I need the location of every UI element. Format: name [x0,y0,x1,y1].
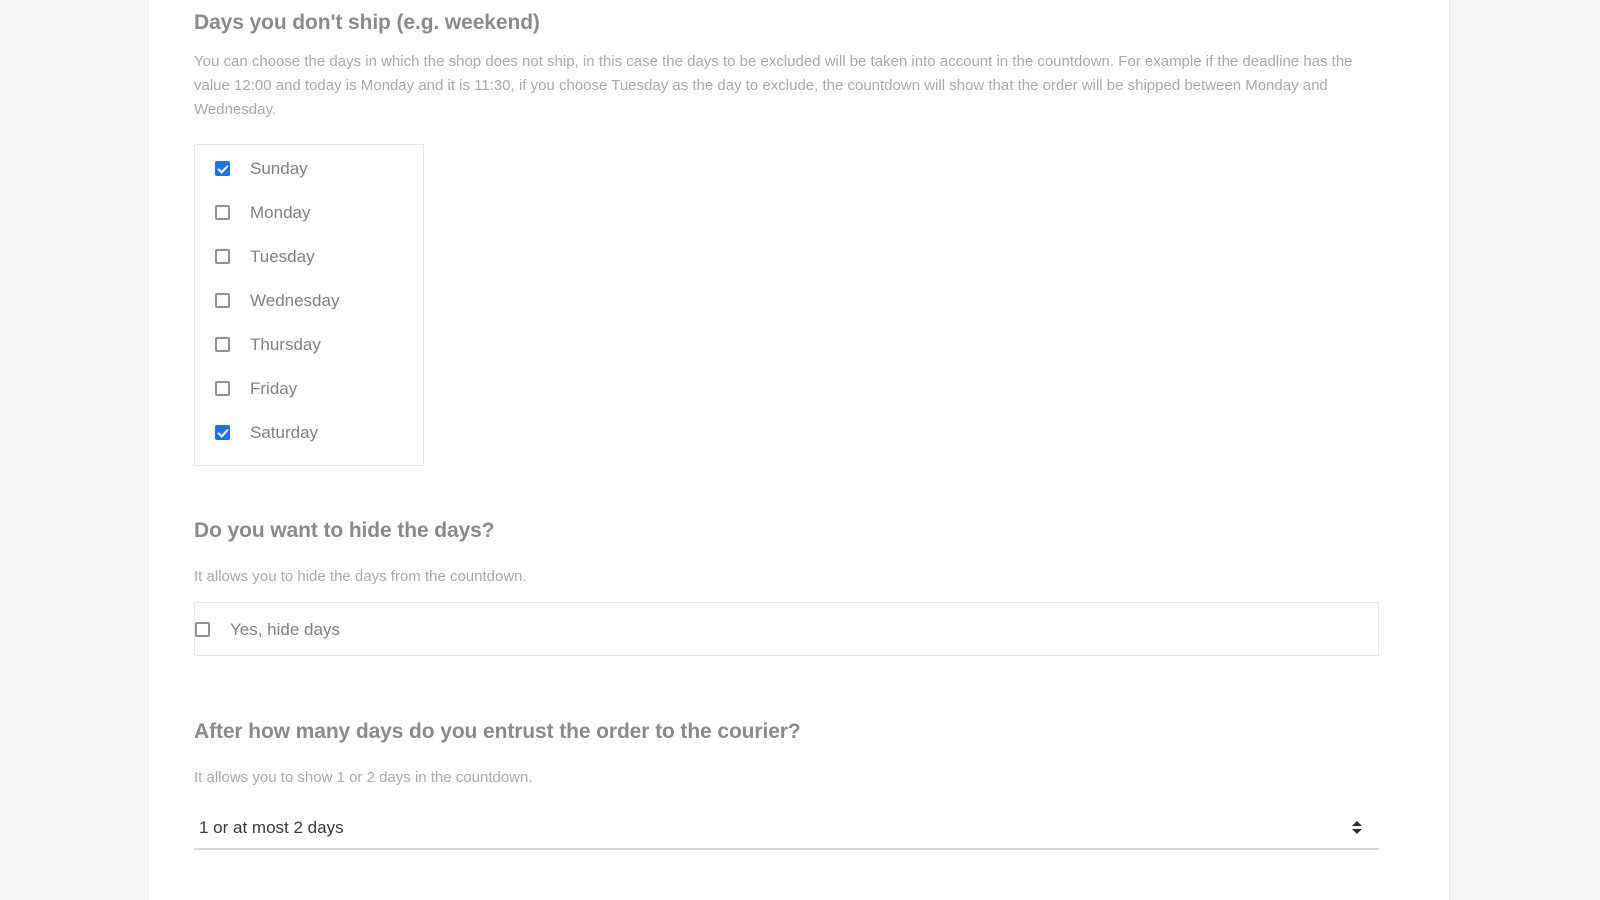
courier-days-title: After how many days do you entrust the o… [194,720,801,743]
day-checkbox-row-saturday[interactable]: Saturday [195,410,423,454]
day-checkbox-row-tuesday[interactable]: Tuesday [195,234,423,278]
hide-days-checkbox-icon[interactable] [195,621,210,637]
day-checkbox-icon-saturday[interactable] [215,424,230,440]
day-checkbox-label: Thursday [250,334,321,354]
day-checkbox-label: Monday [250,202,311,222]
section-days-no-ship: Days you don't ship (e.g. weekend) You c… [194,10,1379,466]
settings-card: Days you don't ship (e.g. weekend) You c… [148,0,1450,900]
courier-days-select-value: 1 or at most 2 days [199,817,344,837]
day-checkbox-label: Sunday [250,158,308,178]
hide-days-title: Do you want to hide the days? [194,519,495,542]
hide-days-description: It allows you to hide the days from the … [194,568,527,585]
day-checkbox-row-wednesday[interactable]: Wednesday [195,278,423,322]
day-checkbox-row-friday[interactable]: Friday [195,366,423,410]
day-checkbox-label: Wednesday [250,290,340,310]
days-checkbox-group: Sunday Monday Tuesday Wednesday Thursday Frid… [194,144,424,466]
day-checkbox-label: Friday [250,378,298,398]
hide-days-checkbox-row[interactable]: Yes, hide days [194,602,1379,656]
section-courier-days: After how many days do you entrust the o… [194,719,1379,850]
day-checkbox-label: Saturday [250,422,319,442]
day-checkbox-row-sunday[interactable]: Sunday [195,146,423,190]
page-background: Days you don't ship (e.g. weekend) You c… [0,0,1600,900]
chevron-up-icon [1352,820,1362,826]
day-checkbox-icon-monday[interactable] [215,204,230,220]
day-checkbox-icon-tuesday[interactable] [215,248,230,264]
page-title: Days you don't ship (e.g. weekend) [194,11,540,34]
select-chevrons-icon[interactable] [1351,818,1363,836]
hide-days-field: Yes, hide days [194,602,1379,656]
day-checkbox-icon-wednesday[interactable] [215,292,230,308]
day-checkbox-row-thursday[interactable]: Thursday [195,322,423,366]
chevron-down-icon [1352,828,1362,834]
day-checkbox-icon-sunday[interactable] [215,160,230,176]
section-hide-days: Do you want to hide the days? It allows … [194,518,1379,656]
days-no-ship-description: You can choose the days in which the sho… [194,53,1353,118]
day-checkbox-label: Tuesday [250,246,315,266]
courier-days-field: 1 or at most 2 days [194,806,1379,850]
day-checkbox-icon-friday[interactable] [215,380,230,396]
courier-days-select[interactable]: 1 or at most 2 days [194,806,1379,850]
courier-days-description: It allows you to show 1 or 2 days in the… [194,769,533,786]
day-checkbox-row-monday[interactable]: Monday [195,190,423,234]
hide-days-checkbox-label: Yes, hide days [230,619,340,639]
day-checkbox-icon-thursday[interactable] [215,336,230,352]
